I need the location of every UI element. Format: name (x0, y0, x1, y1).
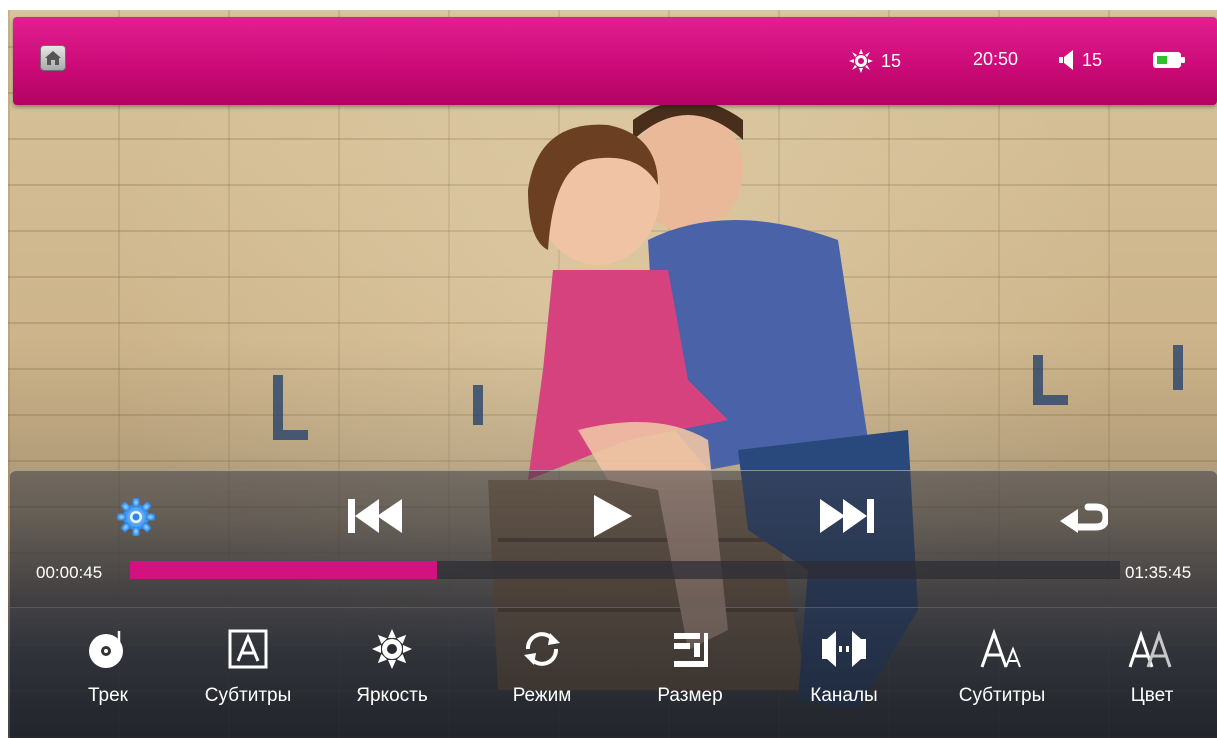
battery-level (1157, 56, 1167, 64)
play-button[interactable] (590, 493, 634, 539)
menu-item-label: Цвет (1130, 685, 1174, 706)
status-bar: 15 20:50 15 (13, 17, 1217, 105)
menu-item-track[interactable]: Трек (48, 627, 168, 707)
menu-item-label: Размер (657, 685, 723, 706)
bottom-menu: Трек Субтитры Яркость Режим Размер Канал… (10, 607, 1217, 738)
settings-button[interactable] (114, 495, 158, 539)
current-time: 00:00:45 (36, 563, 103, 582)
menu-item-label: Субтитры (204, 685, 292, 706)
brightness-icon (372, 629, 412, 669)
brightness-indicator: 15 (849, 49, 901, 73)
menu-item-subtitles[interactable]: Субтитры (188, 627, 308, 707)
menu-item-label: Субтитры (958, 685, 1046, 706)
gear-icon (117, 498, 155, 536)
battery-icon (1153, 52, 1185, 68)
channels-icon (822, 631, 866, 667)
home-icon (45, 51, 61, 65)
subtitle-color-icon (1128, 630, 1172, 668)
next-button[interactable] (818, 495, 876, 537)
size-icon (674, 633, 708, 667)
back-button[interactable] (1058, 497, 1110, 537)
menu-item-color[interactable]: Цвет (1092, 627, 1212, 707)
previous-button[interactable] (346, 495, 404, 537)
volume-value: 15 (1082, 49, 1103, 70)
menu-item-size[interactable]: Размер (630, 627, 750, 707)
playback-controls: 00:00:45 01:35:45 (10, 470, 1217, 608)
mode-cycle-icon (524, 632, 560, 666)
menu-item-channels[interactable]: Каналы (784, 627, 904, 707)
skip-previous-icon (348, 499, 402, 533)
play-icon (594, 495, 632, 537)
menu-item-label: Трек (88, 685, 128, 706)
total-time: 01:35:45 (1125, 563, 1192, 582)
volume-indicator: 15 (1059, 49, 1102, 71)
seek-bar-progress (130, 561, 437, 579)
menu-item-label: Режим (512, 685, 572, 706)
seek-bar[interactable] (130, 561, 1120, 579)
skip-next-icon (820, 499, 874, 533)
menu-item-subtitle-size[interactable]: Субтитры (942, 627, 1062, 707)
speaker-icon (1059, 50, 1073, 70)
menu-item-mode[interactable]: Режим (482, 627, 602, 707)
subtitles-icon (228, 629, 268, 669)
track-disc-icon (89, 631, 123, 668)
menu-item-label: Каналы (810, 685, 878, 706)
brightness-icon (849, 49, 873, 73)
home-button[interactable] (40, 45, 66, 71)
brightness-value: 15 (881, 50, 902, 71)
menu-item-brightness[interactable]: Яркость (332, 627, 452, 707)
subtitle-font-size-icon (980, 628, 1021, 668)
menu-item-label: Яркость (356, 685, 428, 706)
clock: 20:50 (973, 49, 1019, 69)
return-arrow-icon (1060, 503, 1110, 533)
